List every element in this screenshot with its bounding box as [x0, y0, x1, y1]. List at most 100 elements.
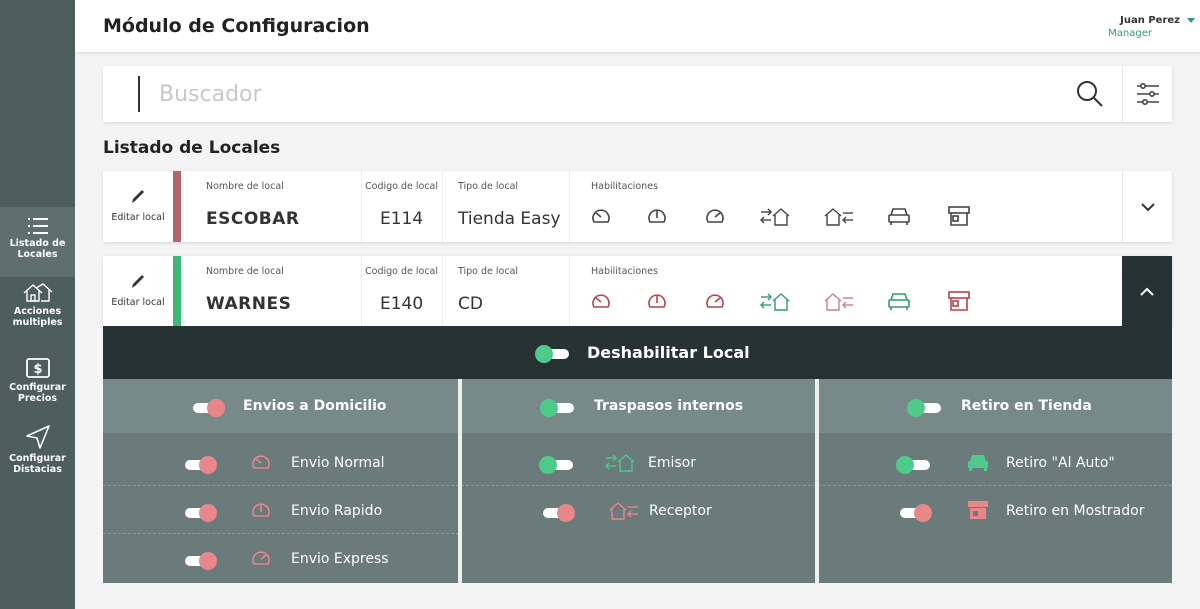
sidebar-item-label: Listado de: [9, 238, 66, 249]
car-icon: [888, 293, 910, 310]
envio-normal-toggle[interactable]: [181, 456, 219, 474]
page-title: Módulo de Configuracion: [103, 15, 370, 37]
sidebar-item-label: multiples: [12, 317, 63, 328]
house-out-icon: [760, 208, 790, 226]
edit-local-label: Editar local: [111, 297, 165, 308]
section-envios-options: Envio Normal Envio Rapido Envio Express: [103, 433, 459, 583]
sidebar-item-acciones-multiples[interactable]: Acciones multiples: [0, 283, 75, 328]
top-header: Módulo de Configuracion Juan Perez Manag…: [75, 0, 1200, 52]
section-retiro-title: Retiro en Tienda: [961, 398, 1092, 414]
edit-local-button[interactable]: Editar local: [103, 171, 173, 242]
section-retiro-header: Retiro en Tienda: [818, 379, 1172, 433]
sidebar-item-label: Distacias: [13, 464, 62, 475]
retiro-auto-toggle[interactable]: [896, 456, 934, 474]
user-menu-caret-icon[interactable]: [1187, 18, 1195, 23]
code-label: Codigo de local: [365, 181, 439, 192]
speedometer-mid-icon: [648, 209, 666, 223]
user-name[interactable]: Juan Perez: [1120, 15, 1180, 26]
pencil-icon: [132, 275, 144, 288]
column-divider: [361, 256, 362, 327]
search-bar: [103, 66, 1172, 122]
local-row: Editar local Nombre de local ESCOBAR Cod…: [103, 171, 1172, 242]
envio-rapido-toggle[interactable]: [181, 504, 219, 522]
status-stripe: [173, 256, 181, 327]
local-type: Tienda Easy: [458, 209, 561, 229]
speedometer-mid-icon: [648, 294, 666, 308]
house-out-icon: [760, 293, 790, 311]
column-divider: [569, 171, 570, 242]
store-icon: [968, 501, 988, 519]
option-receptor: Receptor: [461, 486, 816, 534]
receptor-toggle[interactable]: [539, 504, 577, 522]
habilitaciones-label: Habilitaciones: [591, 181, 658, 192]
edit-local-button[interactable]: Editar local: [103, 256, 173, 327]
section-traspasos-options: Emisor Receptor: [461, 433, 816, 583]
option-retiro-mostrador: Retiro en Mostrador: [818, 486, 1172, 534]
edit-local-label: Editar local: [111, 212, 165, 223]
option-emisor: Emisor: [461, 438, 816, 486]
store-icon: [948, 291, 970, 311]
sidebar-item-label: Precios: [17, 393, 58, 404]
svg-text:$: $: [33, 362, 42, 377]
expand-button[interactable]: [1122, 171, 1172, 242]
section-envios-title: Envios a Domicilio: [243, 398, 387, 414]
local-row: Editar local Nombre de local WARNES Codi…: [103, 256, 1172, 327]
column-divider: [361, 171, 362, 242]
column-divider: [442, 171, 443, 242]
store-icon: [948, 206, 970, 226]
section-envios-header: Envios a Domicilio: [103, 379, 459, 433]
sliders-icon: [1136, 83, 1159, 105]
local-name: ESCOBAR: [206, 209, 300, 229]
house-in-icon: [824, 293, 853, 311]
retiro-auto-label: Retiro "Al Auto": [1006, 455, 1115, 471]
status-stripe: [173, 171, 181, 242]
speedometer-low-icon: [592, 209, 610, 223]
speedometer-low-icon: [592, 294, 610, 308]
chevron-down-icon: [1140, 202, 1155, 211]
habilitaciones-label: Habilitaciones: [591, 266, 658, 277]
chevron-up-icon: [1140, 287, 1154, 296]
disable-local-toggle[interactable]: [535, 345, 573, 363]
dollar-icon: $: [25, 358, 50, 378]
sidebar-item-configurar-precios[interactable]: $ Configurar Precios: [0, 357, 75, 404]
car-icon: [888, 208, 910, 225]
speedometer-mid-icon: [252, 503, 270, 517]
option-retiro-auto: Retiro "Al Auto": [818, 438, 1172, 486]
envio-express-toggle[interactable]: [181, 552, 219, 570]
list-title: Listado de Locales: [103, 138, 281, 158]
section-separator: [458, 379, 462, 583]
retiro-mostrador-label: Retiro en Mostrador: [1006, 503, 1145, 519]
sidebar-item-listado-locales[interactable]: Listado de Locales: [0, 207, 75, 277]
retiro-mostrador-toggle[interactable]: [896, 504, 934, 522]
user-role: Manager: [1108, 28, 1152, 39]
section-envios-toggle[interactable]: [189, 399, 227, 417]
search-icon[interactable]: [1076, 80, 1104, 108]
section-traspasos-toggle[interactable]: [540, 399, 578, 417]
type-label: Tipo de local: [458, 266, 519, 277]
emisor-label: Emisor: [648, 455, 696, 471]
section-traspasos-header: Traspasos internos: [461, 379, 816, 433]
house-in-icon: [824, 208, 853, 226]
sidebar-item-label: Acciones: [13, 306, 62, 317]
type-label: Tipo de local: [458, 181, 519, 192]
name-label: Nombre de local: [206, 181, 284, 192]
column-divider: [442, 256, 443, 327]
house-in-icon: [609, 502, 638, 520]
collapse-button[interactable]: [1122, 256, 1172, 327]
section-separator: [815, 379, 819, 583]
local-code: E114: [380, 209, 424, 229]
option-envio-normal: Envio Normal: [103, 438, 459, 486]
emisor-toggle[interactable]: [539, 456, 577, 474]
column-divider: [569, 256, 570, 327]
sidebar: Listado de Locales Acciones multiples $ …: [0, 0, 75, 609]
section-retiro-toggle[interactable]: [907, 399, 945, 417]
search-input[interactable]: [159, 78, 1059, 110]
local-code: E140: [380, 294, 424, 314]
house-out-icon: [605, 454, 635, 472]
option-envio-rapido: Envio Rapido: [103, 486, 459, 534]
filter-button[interactable]: [1122, 66, 1172, 122]
sidebar-item-label: Configurar: [9, 382, 66, 393]
sidebar-item-configurar-distancias[interactable]: Configurar Distacias: [0, 424, 75, 475]
car-icon: [968, 455, 988, 471]
name-label: Nombre de local: [206, 266, 284, 277]
